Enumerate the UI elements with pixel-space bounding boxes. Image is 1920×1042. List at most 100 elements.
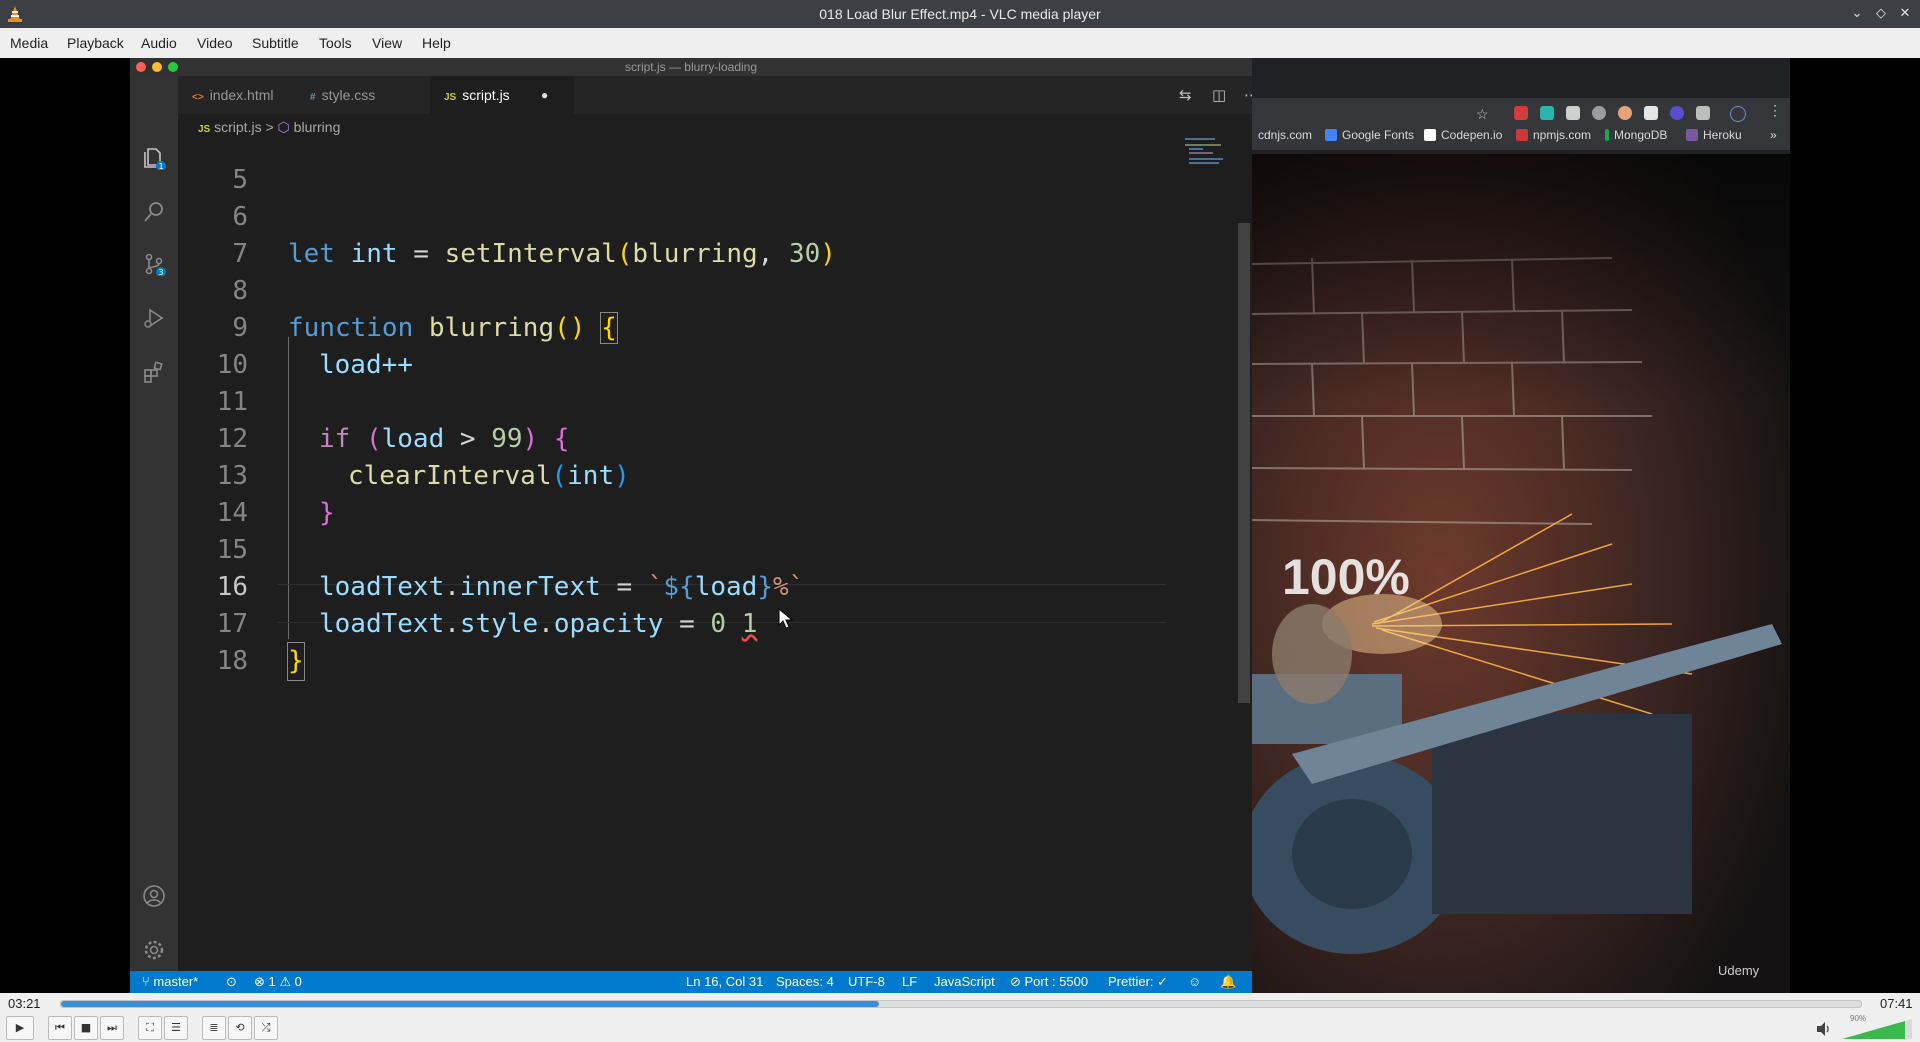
cursor-position[interactable]: Ln 16, Col 31 [686, 971, 763, 993]
menu-playback[interactable]: Playback [67, 35, 124, 51]
profile-icon[interactable] [1730, 106, 1746, 122]
run-debug-icon[interactable] [142, 306, 166, 330]
extension-icon[interactable] [1592, 106, 1606, 120]
extension-icon[interactable] [1670, 106, 1684, 120]
mac-zoom-icon [168, 62, 178, 72]
tab-label: index.html [209, 87, 274, 103]
menu-subtitle[interactable]: Subtitle [252, 35, 299, 51]
code-line: 10 [178, 310, 1178, 380]
error-count: 1 [268, 974, 276, 989]
seek-row: 03:21 07:41 [0, 993, 1920, 1013]
extension-icon[interactable] [1540, 106, 1554, 120]
code-area[interactable]: 5 6 let int = setInterval(blurring, 30) … [178, 138, 1228, 981]
code-line: 18 [178, 606, 1178, 676]
encoding[interactable]: UTF-8 [848, 971, 885, 993]
bookmark-mongodb[interactable]: MongoDB [1605, 128, 1667, 142]
seek-slider[interactable] [60, 1000, 1862, 1008]
restore-icon[interactable]: ◇ [1872, 5, 1890, 23]
menu-kebab-icon[interactable]: ⋮ [1768, 102, 1782, 119]
bookmark-heroku[interactable]: Heroku [1686, 128, 1742, 142]
editor-titlebar: script.js — blurry-loading [130, 58, 1252, 76]
live-server-port[interactable]: ⊘ Port : 5500 [1010, 971, 1088, 993]
loop-icon[interactable]: ⟲ [228, 1016, 252, 1040]
search-icon[interactable] [142, 200, 166, 224]
extension-icon[interactable] [1644, 106, 1658, 120]
indentation[interactable]: Spaces: 4 [776, 971, 834, 993]
split-editor-icon[interactable]: ◫ [1212, 86, 1226, 104]
tab-script-js[interactable]: JS script.js ● [430, 76, 574, 114]
code-editor-window: script.js — blurry-loading 1 3 <> index.… [130, 58, 1252, 993]
extension-icon[interactable] [1514, 106, 1528, 120]
speaker-icon[interactable] [1816, 1021, 1832, 1037]
code-line: 17 } [178, 569, 1178, 681]
bookmark-npmjs[interactable]: npmjs.com [1516, 128, 1591, 142]
extension-icon[interactable] [1618, 106, 1632, 120]
extended-settings-icon[interactable]: ☰ [164, 1016, 188, 1040]
menu-help[interactable]: Help [422, 35, 451, 51]
editor-scrollbar[interactable] [1238, 223, 1250, 703]
seek-progress [61, 1001, 879, 1007]
line-ending[interactable]: LF [902, 971, 917, 993]
playback-controls: ▶ ⏮ ■ ⏭ ⛶ ☰ ≣ ⟲ ⤮ 90% [0, 1013, 1920, 1042]
code-line: 11 if (load > 99) { [178, 347, 1178, 454]
menu-media[interactable]: Media [10, 35, 48, 51]
close-icon[interactable]: ✕ [1896, 5, 1914, 23]
volume-slider[interactable] [1842, 1019, 1912, 1039]
total-time[interactable]: 07:41 [1880, 996, 1913, 1011]
menu-audio[interactable]: Audio [141, 35, 177, 51]
puzzle-icon[interactable] [1696, 106, 1710, 120]
code-line: 15 loadText.innerText = `${load}%` [178, 495, 1178, 602]
warning-count: 0 [294, 974, 302, 989]
account-icon[interactable] [142, 884, 166, 908]
menu-tools[interactable]: Tools [319, 35, 352, 51]
bookmark-google-fonts[interactable]: Google Fonts [1325, 128, 1414, 142]
menu-video[interactable]: Video [197, 35, 233, 51]
source-control-icon[interactable]: 3 [142, 252, 166, 276]
bookmarks-more[interactable]: » [1770, 128, 1777, 142]
extensions-icon[interactable] [142, 360, 166, 384]
fullscreen-icon[interactable]: ⛶ [138, 1016, 162, 1040]
shuffle-icon[interactable]: ⤮ [254, 1016, 278, 1040]
next-icon[interactable]: ⏭ [100, 1016, 124, 1040]
play-icon[interactable]: ▶ [6, 1016, 34, 1040]
more-actions-icon[interactable]: ⋯ [1244, 86, 1252, 104]
previous-icon[interactable]: ⏮ [48, 1016, 72, 1040]
gear-icon[interactable] [142, 938, 166, 962]
branch-indicator[interactable]: ⑂ master* [142, 971, 198, 993]
html-file-icon: <> [192, 92, 204, 103]
menu-view[interactable]: View [372, 35, 402, 51]
open-changes-icon[interactable]: ⇆ [1179, 86, 1192, 104]
bookmark-cdnjs[interactable]: cdnjs.com [1258, 128, 1312, 142]
explorer-badge: 1 [158, 162, 163, 170]
files-icon[interactable]: 1 [142, 146, 166, 170]
tab-style-css[interactable]: # style.css [296, 76, 422, 114]
tab-label: script.js [462, 87, 510, 103]
extension-icon[interactable] [1566, 106, 1580, 120]
code-line: 6 let int = setInterval(blurring, 30) [178, 162, 1178, 269]
stop-icon[interactable]: ■ [74, 1016, 98, 1040]
window-title: 018 Load Blur Effect.mp4 - VLC media pla… [819, 6, 1101, 22]
problems-indicator[interactable]: ⊗ 1 ⚠ 0 [254, 971, 302, 993]
code-line: 8 function blurring() { [178, 236, 1178, 344]
notifications-icon[interactable]: 🔔 [1220, 971, 1236, 993]
prettier-status[interactable]: Prettier: ✓ [1108, 971, 1168, 993]
playlist-icon[interactable]: ≣ [202, 1016, 226, 1040]
code-line: 9 load++ [178, 273, 1178, 380]
code-line: 7 [178, 199, 1178, 269]
feedback-icon[interactable]: ☺ [1188, 971, 1201, 993]
source-control-badge: 3 [158, 268, 163, 276]
activity-bar: 1 3 [130, 76, 178, 981]
language-mode[interactable]: JavaScript [934, 971, 995, 993]
bookmark-codepen[interactable]: Codepen.io [1424, 128, 1502, 142]
star-icon[interactable]: ☆ [1476, 106, 1489, 123]
sync-icon[interactable]: ⊙ [226, 971, 237, 993]
editor-tabs: <> index.html # style.css JS script.js ● ⇆ … [178, 76, 1252, 114]
vlc-titlebar: 018 Load Blur Effect.mp4 - VLC media pla… [0, 0, 1920, 28]
unsaved-dot-icon[interactable]: ● [541, 76, 548, 114]
code-line: 5 [178, 125, 1178, 195]
css-file-icon: # [310, 92, 316, 103]
elapsed-time[interactable]: 03:21 [8, 996, 41, 1011]
tab-index-html[interactable]: <> index.html [178, 76, 308, 114]
browser-preview: ☆ ⋮ cdnjs.com Google Fonts Codepen.io np… [1252, 58, 1790, 993]
minimize-icon[interactable]: ⌄ [1848, 5, 1866, 23]
